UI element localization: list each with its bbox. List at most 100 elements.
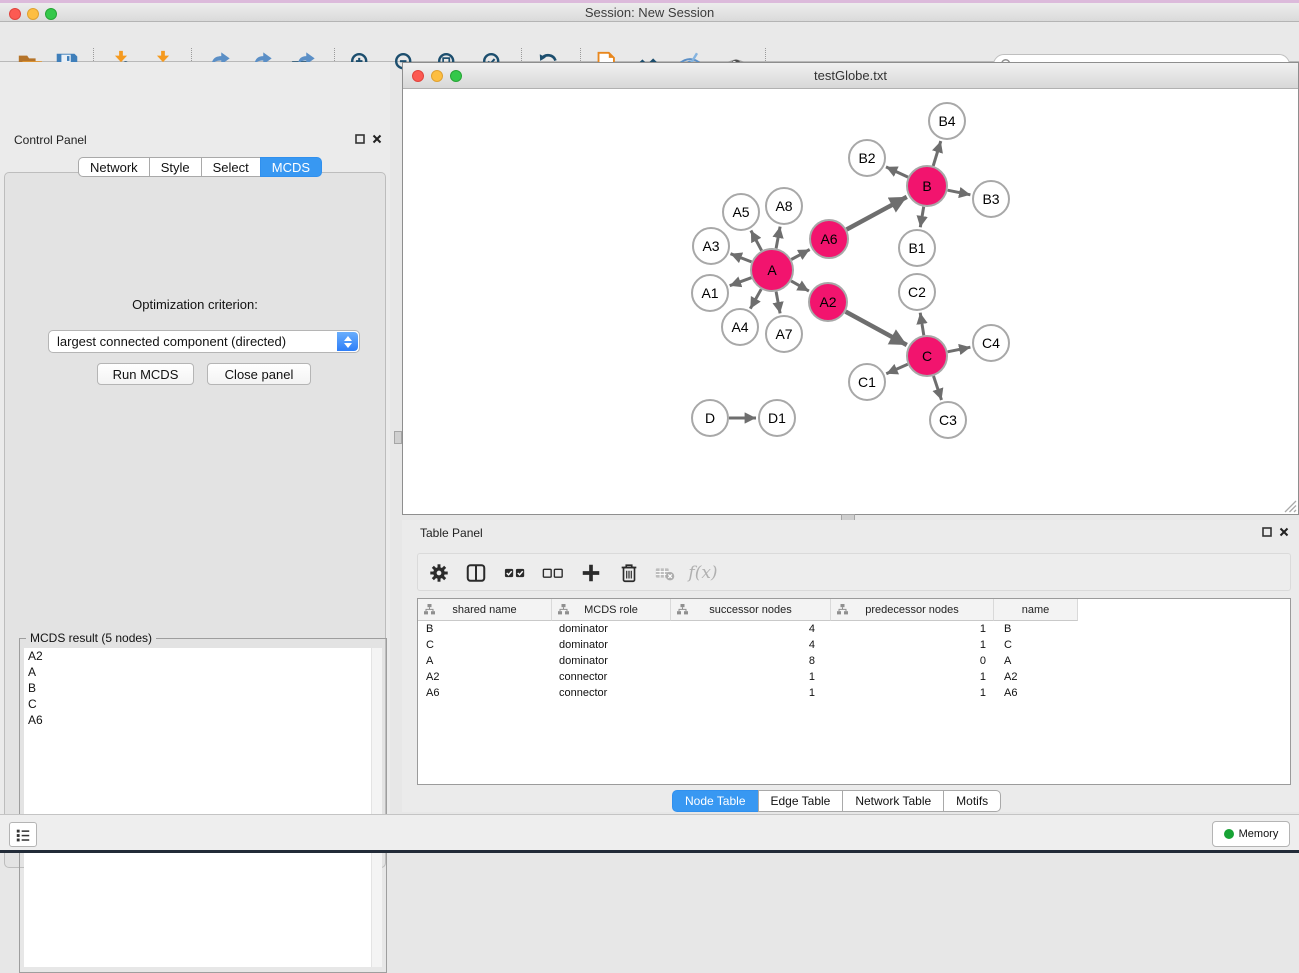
tab-motifs[interactable]: Motifs	[943, 790, 1001, 812]
close-panel-button[interactable]: Close panel	[207, 363, 311, 385]
table-row[interactable]: A2connector11A2	[418, 669, 1290, 685]
function-builder-icon[interactable]: f(x)	[690, 560, 716, 586]
node-A1[interactable]: A1	[691, 274, 729, 312]
optimization-criterion-dropdown[interactable]: largest connected component (directed)	[48, 330, 360, 353]
close-window-button[interactable]	[9, 8, 21, 20]
node-table[interactable]: shared nameMCDS rolesuccessor nodesprede…	[417, 598, 1291, 785]
result-scrollbar[interactable]	[371, 648, 382, 967]
node-A5[interactable]: A5	[722, 193, 760, 231]
table-cell: A2	[994, 669, 1078, 685]
edge-A2-C[interactable]	[846, 312, 907, 345]
node-B1[interactable]: B1	[898, 229, 936, 267]
tab-style[interactable]: Style	[149, 157, 201, 177]
edge-A-A7[interactable]	[776, 292, 780, 314]
node-C2[interactable]: C2	[898, 273, 936, 311]
edge-A6-B[interactable]	[847, 197, 907, 230]
node-A3[interactable]: A3	[692, 227, 730, 265]
edge-B-B3[interactable]	[948, 190, 971, 195]
edge-A-A8[interactable]	[776, 227, 780, 249]
edge-A-A5[interactable]	[751, 231, 762, 251]
task-history-button[interactable]	[9, 822, 37, 847]
resize-grip-icon[interactable]	[1281, 497, 1297, 513]
edge-C-C4[interactable]	[948, 347, 971, 352]
column-header-successor-nodes[interactable]: successor nodes	[671, 599, 831, 621]
node-A6[interactable]: A6	[809, 219, 849, 259]
close-network-button[interactable]	[412, 70, 424, 82]
result-item[interactable]: A6	[24, 712, 382, 728]
tab-mcds[interactable]: MCDS	[260, 157, 322, 177]
edge-B-B2[interactable]	[886, 167, 908, 177]
node-D1[interactable]: D1	[758, 399, 796, 437]
edge-A-A3[interactable]	[731, 254, 752, 262]
node-B2[interactable]: B2	[848, 139, 886, 177]
table-cell: dominator	[552, 621, 671, 637]
result-item[interactable]: C	[24, 696, 382, 712]
run-mcds-button[interactable]: Run MCDS	[97, 363, 194, 385]
result-item[interactable]: B	[24, 680, 382, 696]
table-settings-gear-icon[interactable]	[426, 560, 452, 586]
edge-C-C2[interactable]	[920, 313, 924, 336]
tab-network[interactable]: Network	[78, 157, 149, 177]
network-window-titlebar[interactable]: testGlobe.txt	[403, 63, 1298, 89]
result-item[interactable]: A2	[24, 648, 382, 664]
tab-network-table[interactable]: Network Table	[842, 790, 943, 812]
edge-B-B4[interactable]	[933, 141, 941, 166]
maximize-window-button[interactable]	[45, 8, 57, 20]
control-panel-tabs: NetworkStyleSelectMCDS	[78, 157, 322, 177]
tab-edge-table[interactable]: Edge Table	[758, 790, 843, 812]
close-panel-icon[interactable]	[372, 134, 382, 144]
node-A[interactable]: A	[750, 248, 794, 292]
table-row[interactable]: Cdominator41C	[418, 637, 1290, 653]
node-A4[interactable]: A4	[721, 308, 759, 346]
unselect-all-columns-icon[interactable]	[540, 560, 566, 586]
node-B4[interactable]: B4	[928, 102, 966, 140]
result-item[interactable]: A	[24, 664, 382, 680]
select-all-columns-icon[interactable]	[502, 560, 528, 586]
column-header-MCDS-role[interactable]: MCDS role	[552, 599, 671, 621]
edge-B-B1[interactable]	[920, 207, 923, 228]
table-cell: C	[418, 637, 552, 653]
minimize-network-button[interactable]	[431, 70, 443, 82]
node-A2[interactable]: A2	[808, 282, 848, 322]
network-canvas[interactable]: B4 B2 B B3 A8A5 A6 A3 B1 A C2 A1 A2 A4A7 C4 C C1 C3 D D1	[403, 89, 1298, 514]
float-table-panel-icon[interactable]	[1262, 527, 1272, 537]
close-table-panel-icon[interactable]	[1279, 527, 1289, 537]
node-C1[interactable]: C1	[848, 363, 886, 401]
edge-A-A4[interactable]	[750, 289, 761, 309]
show-column-panel-icon[interactable]	[463, 560, 489, 586]
node-C3[interactable]: C3	[929, 401, 967, 439]
tab-select[interactable]: Select	[201, 157, 260, 177]
node-D[interactable]: D	[691, 399, 729, 437]
column-header-shared-name[interactable]: shared name	[418, 599, 552, 621]
table-panel-tabs: Node TableEdge TableNetwork TableMotifs	[672, 790, 1001, 812]
table-cell: 4	[671, 621, 831, 637]
node-A7[interactable]: A7	[765, 315, 803, 353]
column-header-name[interactable]: name	[994, 599, 1078, 621]
memory-button[interactable]: Memory	[1212, 821, 1290, 847]
table-row[interactable]: Bdominator41B	[418, 621, 1290, 637]
edge-A-A2[interactable]	[791, 281, 809, 291]
float-panel-icon[interactable]	[355, 134, 365, 144]
minimize-window-button[interactable]	[27, 8, 39, 20]
table-cell: dominator	[552, 637, 671, 653]
delete-table-icon[interactable]	[652, 560, 678, 586]
edge-A-A1[interactable]	[730, 278, 752, 286]
node-C4[interactable]: C4	[972, 324, 1010, 362]
table-row[interactable]: Adominator80A	[418, 653, 1290, 669]
create-column-plus-icon[interactable]	[578, 560, 604, 586]
node-B3[interactable]: B3	[972, 180, 1010, 218]
column-header-predecessor-nodes[interactable]: predecessor nodes	[831, 599, 994, 621]
delete-column-trash-icon[interactable]	[616, 560, 642, 586]
node-C[interactable]: C	[906, 335, 948, 377]
table-row[interactable]: A6connector11A6	[418, 685, 1290, 701]
edge-A-A6[interactable]	[791, 250, 809, 260]
edge-C-C1[interactable]	[886, 364, 907, 373]
edge-C-C3[interactable]	[934, 376, 942, 400]
vertical-splitter-handle[interactable]	[394, 431, 402, 444]
window-titlebar: Session: New Session	[0, 3, 1299, 22]
node-A8[interactable]: A8	[765, 187, 803, 225]
node-B[interactable]: B	[906, 165, 948, 207]
network-window-title: testGlobe.txt	[814, 68, 887, 83]
maximize-network-button[interactable]	[450, 70, 462, 82]
tab-node-table[interactable]: Node Table	[672, 790, 758, 812]
